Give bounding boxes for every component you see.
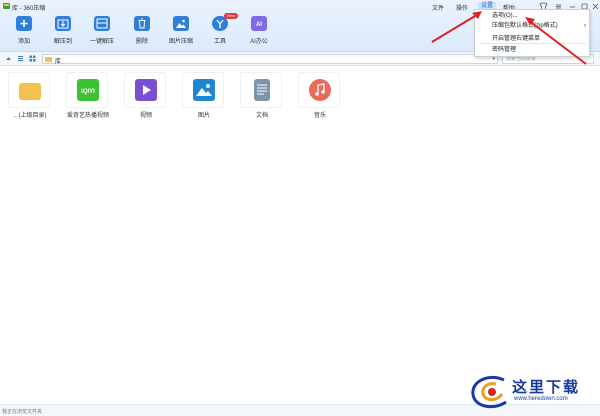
file-name: 视频 bbox=[139, 113, 152, 119]
video-icon bbox=[135, 79, 157, 101]
file-item-picture[interactable]: 图片 bbox=[176, 72, 232, 124]
extract-to-icon bbox=[55, 16, 71, 31]
list-view-icon[interactable] bbox=[17, 55, 24, 62]
menu-item-options[interactable]: 选项(O)... bbox=[475, 12, 591, 21]
window-title: 库 - 360压缩 bbox=[12, 6, 46, 12]
image-compress-label: 图片压缩 bbox=[168, 39, 193, 45]
add-label: 添加 bbox=[17, 39, 30, 45]
file-item-document[interactable]: 文档 bbox=[234, 72, 290, 124]
address-bar[interactable]: 库 ▾ bbox=[42, 54, 498, 65]
menu-operate[interactable]: 操作 bbox=[456, 3, 468, 12]
file-item-video[interactable]: 视频 bbox=[118, 72, 174, 124]
file-tile bbox=[298, 72, 340, 108]
chevron-right-icon: › bbox=[584, 23, 586, 29]
app-logo-icon bbox=[3, 3, 10, 9]
watermark-title: 这里下载 bbox=[512, 378, 581, 396]
file-tile bbox=[8, 72, 50, 108]
menu-file[interactable]: 文件 bbox=[432, 3, 444, 12]
file-item-iqiyi[interactable]: iQIYI 爱奇艺热播视频 bbox=[60, 72, 116, 124]
delete-label: 删除 bbox=[135, 39, 148, 45]
add-button[interactable]: 添加 bbox=[4, 16, 44, 46]
iqiyi-icon: iQIYI bbox=[77, 79, 99, 101]
one-click-extract-button[interactable]: 一键解压 bbox=[82, 16, 122, 46]
file-name: 音乐 bbox=[313, 113, 326, 119]
close-icon[interactable] bbox=[591, 2, 600, 11]
tools-label: 工具 bbox=[213, 39, 226, 45]
ai-office-button[interactable]: AI AI办公 bbox=[239, 16, 279, 46]
file-item-music[interactable]: 音乐 bbox=[292, 72, 348, 124]
status-bar: 我正在浏览文件夹 bbox=[0, 404, 600, 416]
file-name: 图片 bbox=[197, 113, 210, 119]
file-tile bbox=[240, 72, 282, 108]
delete-button[interactable]: 删除 bbox=[122, 16, 162, 46]
file-name: 爱奇艺热播视频 bbox=[66, 113, 109, 119]
add-icon bbox=[16, 16, 32, 31]
file-tile bbox=[182, 72, 224, 108]
picture-icon bbox=[193, 79, 215, 101]
watermark-logo-icon bbox=[471, 375, 507, 409]
delete-icon bbox=[134, 16, 150, 31]
music-icon bbox=[309, 79, 331, 101]
folder-icon bbox=[19, 83, 41, 100]
menu-item-default-format-label: 压缩包默认格式(zip格式) bbox=[492, 23, 558, 29]
app-window: 库 - 360压缩 文件 操作 设置 帮助 bbox=[0, 0, 600, 416]
address-path: 库 bbox=[55, 59, 62, 65]
tools-button[interactable]: New 工具 bbox=[200, 13, 240, 46]
svg-text:AI: AI bbox=[256, 22, 262, 28]
document-icon bbox=[254, 79, 270, 101]
status-text: 我正在浏览文件夹 bbox=[2, 409, 43, 415]
svg-text:iQIYI: iQIYI bbox=[81, 89, 95, 95]
menu-divider bbox=[479, 43, 587, 44]
menu-item-password[interactable]: 密码管理 bbox=[475, 46, 591, 55]
one-click-extract-label: 一键解压 bbox=[89, 39, 114, 45]
extract-to-button[interactable]: 解压到 bbox=[43, 16, 83, 46]
file-tile bbox=[124, 72, 166, 108]
watermark-url: www.heredown.com bbox=[514, 396, 568, 402]
file-name: .. (上级目录) bbox=[13, 113, 47, 119]
back-icon[interactable] bbox=[5, 55, 12, 62]
image-compress-icon bbox=[173, 16, 189, 31]
file-tile: iQIYI bbox=[66, 72, 108, 108]
settings-dropdown-menu: 选项(O)... 压缩包默认格式(zip格式) › 开启管理右键菜单 密码管理 bbox=[474, 9, 590, 57]
file-name: 文档 bbox=[255, 113, 268, 119]
menu-item-default-format[interactable]: 压缩包默认格式(zip格式) › bbox=[475, 22, 591, 31]
image-compress-button[interactable]: 图片压缩 bbox=[161, 16, 201, 46]
new-badge: New bbox=[224, 13, 238, 19]
grid-view-icon[interactable] bbox=[29, 55, 36, 62]
ai-office-icon: AI bbox=[251, 16, 267, 31]
file-item-parent[interactable]: .. (上级目录) bbox=[2, 72, 58, 124]
ai-office-label: AI办公 bbox=[250, 39, 268, 45]
folder-icon bbox=[45, 57, 52, 62]
extract-to-label: 解压到 bbox=[53, 39, 72, 45]
one-click-extract-icon bbox=[94, 16, 110, 31]
